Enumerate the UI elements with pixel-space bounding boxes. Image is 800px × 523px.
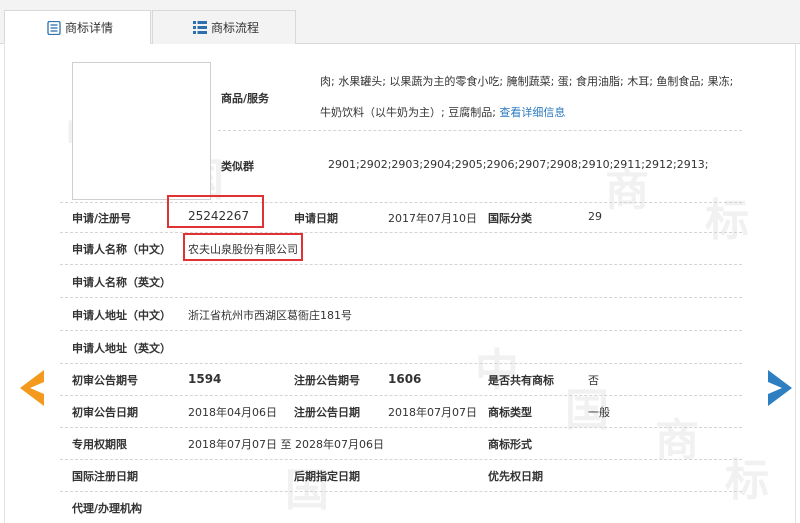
- priority-date-label: 优先权日期: [488, 470, 543, 483]
- tab-label: 商标流程: [211, 21, 260, 35]
- tab-label: 商标详情: [65, 20, 114, 35]
- address-en-label: 申请人地址（英文）: [72, 342, 171, 355]
- prelim-no-value: 1594: [188, 372, 222, 386]
- previous-arrow-icon[interactable]: [18, 368, 46, 408]
- tab-trademark-details[interactable]: 商标详情: [4, 10, 151, 44]
- divider: [60, 395, 742, 396]
- tab-trademark-process[interactable]: 商标流程: [152, 10, 296, 44]
- applicant-cn-label: 申请人名称（中文）: [72, 243, 171, 256]
- document-icon: [47, 20, 61, 36]
- goods-services-line2: 牛奶饮料（以牛奶为主）; 豆腐制品; 查看详细信息: [320, 104, 565, 120]
- divider: [60, 297, 742, 298]
- reg-pub-no-value: 1606: [388, 372, 422, 386]
- divider: [60, 491, 742, 492]
- divider: [60, 232, 742, 233]
- address-cn-label: 申请人地址（中文）: [72, 309, 171, 322]
- next-arrow-icon[interactable]: [766, 368, 794, 408]
- view-details-link[interactable]: 查看详细信息: [499, 106, 565, 119]
- tm-type-value: 一般: [588, 406, 610, 419]
- agent-label: 代理/办理机构: [72, 502, 143, 515]
- later-date-label: 后期指定日期: [294, 470, 360, 483]
- tab-bar: 商标详情 商标流程: [0, 0, 800, 44]
- divider: [60, 459, 742, 460]
- reg-pub-date-value: 2018年07月07日: [388, 406, 477, 419]
- watermark-biao: 标: [705, 195, 749, 246]
- prelim-date-value: 2018年04月06日: [188, 406, 277, 419]
- watermark-guo: 国: [285, 465, 329, 516]
- watermark-biao: 标: [725, 455, 769, 506]
- divider: [60, 427, 742, 428]
- list-icon: [193, 21, 207, 34]
- reg-pub-no-label: 注册公告期号: [294, 374, 360, 387]
- watermark-zhong: 中: [475, 345, 519, 396]
- intl-class-value: 29: [588, 210, 602, 223]
- highlight-applicant: [183, 233, 303, 261]
- trademark-image: [72, 62, 211, 200]
- address-cn-value: 浙江省杭州市西湖区葛衙庄181号: [188, 309, 352, 322]
- apply-date-value: 2017年07月10日: [388, 212, 477, 225]
- similar-group-value: 2901;2902;2903;2904;2905;2906;2907;2908;…: [328, 158, 709, 171]
- divider: [60, 330, 742, 331]
- divider: [60, 264, 742, 265]
- divider: [218, 130, 742, 131]
- divider: [60, 363, 742, 364]
- goods-services-label: 商品/服务: [221, 92, 270, 105]
- exclusive-value: 2018年07月07日 至 2028年07月06日: [188, 438, 384, 451]
- reg-no-label: 申请/注册号: [72, 212, 132, 225]
- intl-class-label: 国际分类: [488, 212, 532, 225]
- prelim-no-label: 初审公告期号: [72, 374, 138, 387]
- tm-type-label: 商标类型: [488, 406, 532, 419]
- similar-group-label: 类似群: [221, 160, 254, 173]
- applicant-en-label: 申请人名称（英文）: [72, 276, 171, 289]
- apply-date-label: 申请日期: [294, 212, 338, 225]
- shared-value: 否: [588, 374, 599, 387]
- goods-services-line1: 肉; 水果罐头; 以果蔬为主的零食小吃; 腌制蔬菜; 蛋; 食用油脂; 木耳; …: [320, 75, 734, 88]
- highlight-reg-no: [167, 195, 264, 228]
- divider: [60, 202, 742, 203]
- intl-reg-date-label: 国际注册日期: [72, 470, 138, 483]
- shared-label: 是否共有商标: [488, 374, 554, 387]
- goods-services-text: 牛奶饮料（以牛奶为主）; 豆腐制品;: [320, 106, 496, 119]
- exclusive-label: 专用权期限: [72, 438, 127, 451]
- prelim-date-label: 初审公告日期: [72, 406, 138, 419]
- tm-form-label: 商标形式: [488, 438, 532, 451]
- reg-pub-date-label: 注册公告日期: [294, 406, 360, 419]
